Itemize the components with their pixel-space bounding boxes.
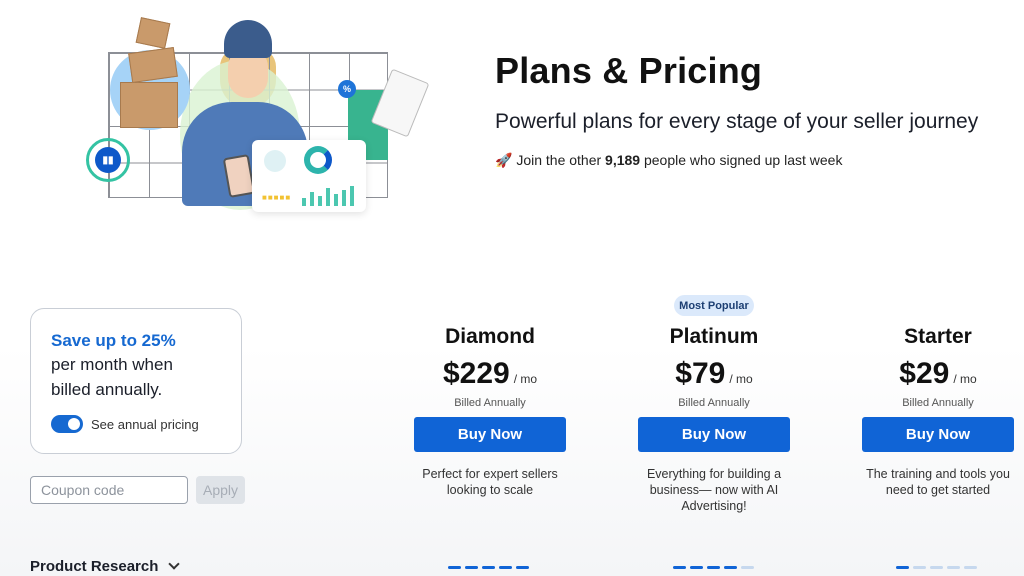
- chevron-down-icon: [168, 558, 181, 570]
- signup-count-text: 🚀 Join the other 9,189 people who signed…: [495, 152, 842, 169]
- savings-line-1: per month when: [51, 355, 173, 374]
- plan-card-platinum: Platinum $79 / mo Billed Annually Buy No…: [638, 295, 790, 514]
- plan-price: $29: [899, 357, 950, 390]
- price-period: / mo: [953, 372, 977, 386]
- billing-note: Billed Annually: [454, 397, 526, 409]
- box-icon: [135, 17, 171, 49]
- page-title: Plans & Pricing: [495, 50, 763, 91]
- plan-price: $79: [675, 357, 726, 390]
- plan-name: Diamond: [445, 325, 535, 348]
- annual-pricing-toggle-label: See annual pricing: [91, 416, 199, 432]
- price-row: $79 / mo: [638, 357, 790, 391]
- hero-illustration: ▮▮ % ■■■■■: [80, 10, 430, 212]
- page-subtitle: Powerful plans for every stage of your s…: [495, 110, 979, 133]
- box-icon: [128, 46, 178, 84]
- plan-card-starter: Starter $29 / mo Billed Annually Buy Now…: [862, 295, 1014, 498]
- plan-name: Starter: [904, 325, 972, 348]
- price-row: $29 / mo: [862, 357, 1014, 391]
- plan-description: The training and tools you need to get s…: [866, 467, 1010, 497]
- section-label: Product Research: [30, 558, 159, 575]
- apply-coupon-button[interactable]: Apply: [196, 476, 245, 504]
- billing-note: Billed Annually: [678, 397, 750, 409]
- rating-stars-icon: ■■■■■: [262, 193, 292, 202]
- percent-icon: %: [338, 80, 356, 98]
- coupon-code-input[interactable]: [30, 476, 188, 504]
- price-row: $229 / mo: [414, 357, 566, 391]
- donut-chart-icon: [304, 146, 332, 174]
- plan-rating-dots: [673, 566, 754, 569]
- savings-headline: Save up to 25%: [51, 331, 176, 350]
- price-period: / mo: [513, 372, 538, 386]
- buy-now-button-starter[interactable]: Buy Now: [862, 417, 1014, 452]
- annual-savings-card: Save up to 25% per month when billed ann…: [30, 308, 242, 454]
- plan-rating-dots: [448, 566, 529, 569]
- plan-description: Everything for building a business— now …: [646, 467, 782, 513]
- signup-suffix: people who signed up last week: [640, 152, 843, 168]
- bar-chart-icon: [302, 186, 354, 206]
- signup-prefix: 🚀 Join the other: [495, 152, 606, 168]
- annual-pricing-toggle-row: See annual pricing: [51, 415, 221, 433]
- signup-count: 9,189: [605, 152, 641, 168]
- dashboard-card: ■■■■■: [252, 140, 366, 212]
- billing-note: Billed Annually: [902, 397, 974, 409]
- annual-pricing-toggle[interactable]: [51, 415, 83, 433]
- plan-rating-dots: [896, 566, 977, 569]
- buy-now-button-diamond[interactable]: Buy Now: [414, 417, 566, 452]
- price-period: / mo: [729, 372, 753, 386]
- product-research-section-toggle[interactable]: Product Research: [30, 558, 181, 575]
- box-icon: [120, 82, 178, 128]
- chart-icon: ▮▮: [86, 138, 130, 182]
- buy-now-button-platinum[interactable]: Buy Now: [638, 417, 790, 452]
- plan-description: Perfect for expert sellers looking to sc…: [422, 467, 558, 497]
- plan-card-diamond: Diamond $229 / mo Billed Annually Buy No…: [414, 295, 566, 498]
- plan-price: $229: [442, 357, 510, 390]
- plan-name: Platinum: [669, 325, 759, 348]
- savings-line-2: billed annually.: [51, 380, 163, 399]
